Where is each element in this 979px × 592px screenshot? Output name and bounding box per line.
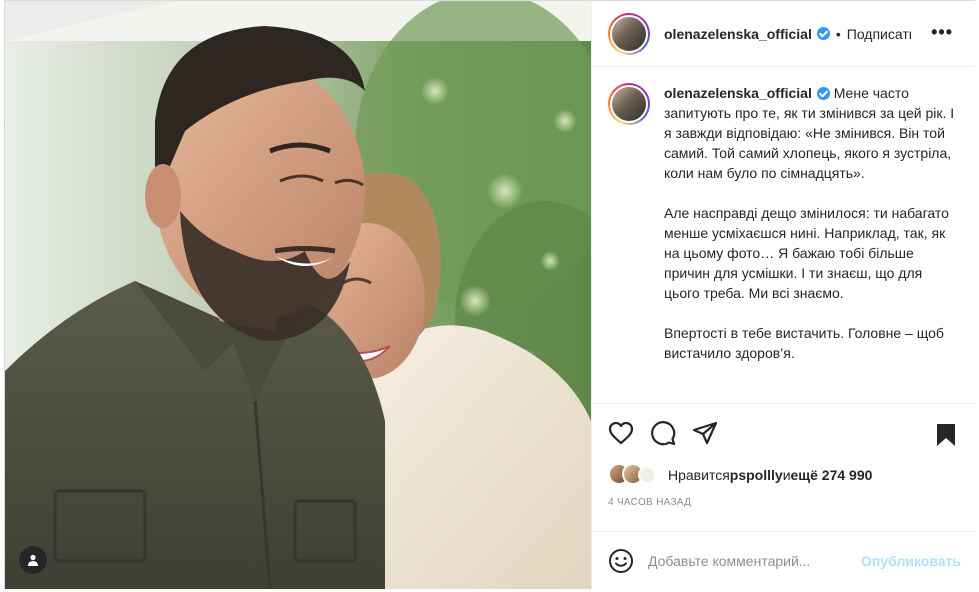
caption-username[interactable]: olenazelenska_official xyxy=(664,85,812,101)
caption-paragraph: Але насправді дещо змінилося: ти набагат… xyxy=(664,205,949,301)
emoji-icon[interactable] xyxy=(608,548,634,574)
caption-avatar-image xyxy=(610,85,648,123)
comment-icon[interactable] xyxy=(650,420,676,446)
user-tag-icon[interactable] xyxy=(19,546,47,574)
heart-icon[interactable] xyxy=(608,421,634,445)
header-separator: • xyxy=(835,25,841,42)
caption-paragraph: Впертості в тебе вистачить. Головне – що… xyxy=(664,325,944,361)
verified-badge-icon xyxy=(816,87,830,100)
publish-button[interactable]: Опубликовать xyxy=(861,553,961,569)
post-header: olenazelenska_official • Подписаться ••• xyxy=(592,1,975,67)
share-icon[interactable] xyxy=(692,421,718,445)
likes-prefix: Нравится xyxy=(668,467,730,483)
post-caption: olenazelenska_official Мене часто запиту… xyxy=(592,67,975,403)
instagram-post-modal: olenazelenska_official • Подписаться •••… xyxy=(4,0,975,589)
caption-text: olenazelenska_official Мене часто запиту… xyxy=(664,83,959,403)
liker-avatar xyxy=(638,466,656,484)
liker-avatars[interactable] xyxy=(608,463,664,487)
person-glyph xyxy=(28,554,38,566)
likes-count-link[interactable]: ещё 274 990 xyxy=(791,467,873,483)
likes-middle: и xyxy=(782,467,791,483)
avatar[interactable] xyxy=(608,12,650,55)
caption-paragraph: olenazelenska_official Мене часто запиту… xyxy=(664,83,959,183)
header-username[interactable]: olenazelenska_official xyxy=(664,26,812,42)
post-actions xyxy=(592,403,975,461)
likes-user-link[interactable]: pspollly xyxy=(730,467,783,483)
verified-badge-icon xyxy=(816,27,830,40)
post-photo-image xyxy=(5,1,591,589)
bookmark-icon[interactable] xyxy=(935,422,957,453)
comment-bar: Опубликовать xyxy=(592,531,975,589)
post-side-panel: olenazelenska_official • Подписаться •••… xyxy=(591,1,975,589)
avatar-image xyxy=(610,14,648,53)
likes-line: Нравится pspollly и ещё 274 990 xyxy=(608,463,872,487)
caption-avatar[interactable] xyxy=(608,83,650,125)
follow-button[interactable]: Подписаться xyxy=(847,26,911,42)
post-photo[interactable] xyxy=(5,1,591,589)
comment-input[interactable] xyxy=(648,552,862,569)
post-timestamp[interactable]: 4 часов назад xyxy=(608,497,691,508)
more-options-icon[interactable]: ••• xyxy=(931,23,953,41)
